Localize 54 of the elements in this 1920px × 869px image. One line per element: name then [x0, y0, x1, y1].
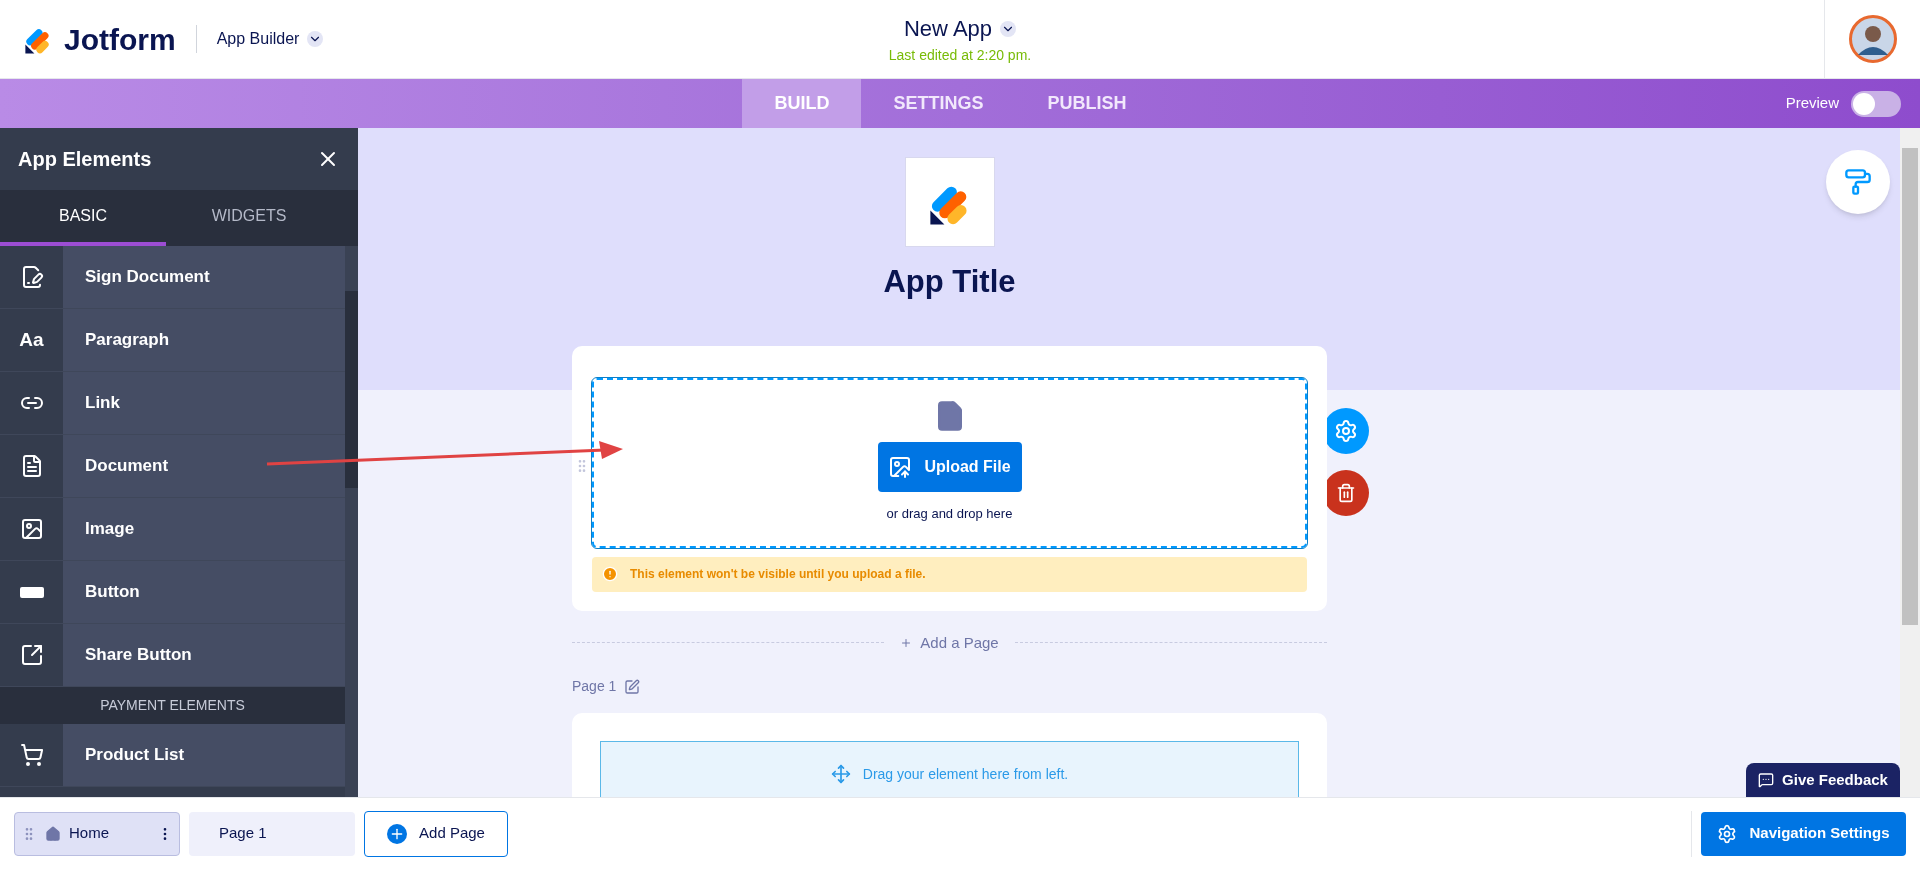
- chevron-icon: [1000, 20, 1017, 37]
- brand-name: Jotform: [64, 21, 176, 58]
- element-item[interactable]: Button: [0, 561, 345, 624]
- warning-text: This element won't be visible until you upload a file.: [630, 566, 926, 583]
- share-icon: [19, 643, 44, 667]
- scrollbar-thumb[interactable]: [345, 291, 358, 488]
- page-tab[interactable]: Page 1: [189, 811, 355, 856]
- preview-toggle[interactable]: [1851, 90, 1901, 117]
- scrollbar-thumb[interactable]: [1902, 148, 1918, 625]
- drop-target-text: Drag your element here from left.: [862, 765, 1069, 784]
- sidebar-tab[interactable]: WIDGETS: [166, 190, 332, 246]
- element-item[interactable]: Link: [0, 372, 345, 435]
- element-item[interactable]: Share Button: [0, 624, 345, 687]
- upload-drop-zone[interactable]: Upload File or drag and drop here: [592, 377, 1307, 548]
- last-edited-text: Last edited at 2:20 pm.: [888, 46, 1032, 65]
- chevron-icon: [307, 31, 324, 47]
- edit-icon[interactable]: [624, 678, 641, 695]
- upload-file-button[interactable]: Upload File: [877, 441, 1022, 492]
- settings-icon: [1334, 418, 1358, 443]
- page-label: Page 1: [572, 677, 617, 696]
- app-icon-card[interactable]: [904, 157, 995, 247]
- avatar[interactable]: [1848, 15, 1897, 63]
- plus-icon: [900, 636, 913, 649]
- image-icon: [19, 517, 44, 541]
- paint-roller-icon: [1844, 168, 1872, 196]
- paint-roller-button[interactable]: [1826, 150, 1890, 214]
- button-icon: [19, 586, 44, 598]
- feedback-icon: [1758, 772, 1775, 788]
- element-item[interactable]: Sign Document: [0, 246, 345, 309]
- element-item[interactable]: Document: [0, 435, 345, 498]
- navigation-settings-button[interactable]: Navigation Settings: [1701, 811, 1906, 856]
- preview-label: Preview: [1785, 93, 1839, 114]
- element-item[interactable]: Product List: [0, 724, 345, 787]
- add-a-page-link[interactable]: Add a Page: [884, 631, 1015, 654]
- section-header: PAYMENT ELEMENTS: [0, 687, 345, 724]
- move-icon: [830, 764, 851, 784]
- give-feedback-button[interactable]: Give Feedback: [1746, 763, 1900, 797]
- image-upload-icon: [888, 454, 913, 479]
- warning-icon: [602, 566, 618, 582]
- plus-icon: [387, 823, 408, 844]
- page-tab[interactable]: Home: [14, 811, 180, 856]
- text-style-icon: Aa: [19, 325, 44, 355]
- home-icon: [45, 825, 61, 842]
- trash-icon: [1336, 482, 1356, 503]
- element-item[interactable]: Aa Paragraph: [0, 309, 345, 372]
- app-name-menu[interactable]: New App: [903, 12, 1017, 45]
- cart-icon: [19, 743, 44, 767]
- product-menu[interactable]: App Builder: [216, 27, 324, 51]
- add-page-button[interactable]: Add Page: [364, 810, 508, 857]
- settings-icon: [1717, 823, 1738, 844]
- drop-hint: or drag and drop here: [886, 504, 1013, 523]
- app-title: App Title: [883, 263, 1016, 301]
- sidebar-title: App Elements: [18, 147, 152, 172]
- element-item[interactable]: Image: [0, 498, 345, 561]
